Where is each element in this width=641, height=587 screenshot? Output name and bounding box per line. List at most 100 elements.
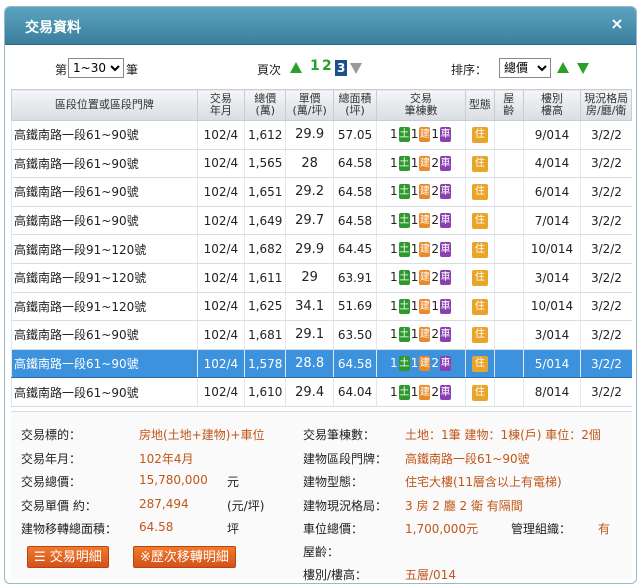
table-row[interactable]: 高鐵南路一段61~90號 102/4 1,612 29.9 57.05 1 土 1 建 1 車住 9/… — [11, 120, 632, 150]
detail-label: 樓別/樓高： — [303, 568, 368, 582]
row-floor: 9/014 — [522, 120, 581, 150]
land-chip-icon: 土 — [398, 155, 410, 171]
row-total-price: 1,682 — [244, 234, 286, 264]
row-count: 1土1建2車 — [376, 320, 466, 350]
row-unit-price: 29.2 — [285, 177, 334, 207]
detail-value: 1,700,000元 — [405, 522, 479, 536]
table-header: 區段位置或區段門牌 交易 年月 總價 (萬) 單價 (萬/坪) 總面積 (坪) 交易 筆棟… — [11, 89, 632, 121]
detail-value: 住宅大樓(11層含以上有電梯) — [405, 475, 562, 489]
row-count: 1土1建2車 — [376, 234, 466, 264]
col-type[interactable]: 型態 — [464, 89, 495, 121]
row-type: 住 — [464, 177, 495, 207]
col-floor[interactable]: 樓別 樓高 — [522, 89, 582, 121]
sort-select[interactable]: 總價 — [499, 58, 551, 78]
row-date: 102/4 — [196, 292, 245, 322]
row-date: 102/4 — [196, 234, 245, 264]
row-area: 63.50 — [332, 320, 377, 350]
count-car: 2 — [431, 241, 439, 256]
row-unit-price: 29.7 — [285, 206, 334, 236]
page-prev-icon[interactable] — [290, 62, 302, 73]
row-date: 102/4 — [196, 206, 245, 236]
count-land: 1 — [390, 270, 398, 285]
col-unit-price[interactable]: 單價 (萬/坪) — [285, 89, 334, 121]
row-area: 63.91 — [332, 263, 377, 293]
row-age — [493, 349, 524, 379]
row-address: 高鐵南路一段61~90號 — [11, 149, 198, 179]
car-chip-icon: 車 — [439, 213, 451, 229]
col-date[interactable]: 交易 年月 — [196, 89, 246, 121]
row-type: 住 — [464, 263, 495, 293]
car-chip-icon: 車 — [439, 241, 451, 257]
row-total-price: 1,578 — [244, 349, 286, 379]
history-detail-label: ※歷次移轉明細 — [140, 550, 229, 565]
row-type: 住 — [464, 149, 495, 179]
count-building: 1 — [410, 213, 419, 228]
row-address: 高鐵南路一段61~90號 — [11, 377, 198, 407]
row-address: 高鐵南路一段61~90號 — [11, 349, 198, 379]
table-row[interactable]: 高鐵南路一段91~120號 102/4 1,611 29 63.91 1 土 1 建 2 車住 3/0… — [11, 263, 632, 293]
count-car: 2 — [431, 155, 439, 170]
residential-icon: 住 — [471, 356, 488, 373]
page-link-2[interactable]: 2 — [322, 58, 332, 74]
car-chip-icon: 車 — [439, 184, 451, 200]
transaction-detail-button[interactable]: ☰ 交易明細 — [27, 546, 109, 568]
management-label: 管理組織： — [511, 522, 572, 536]
history-detail-button[interactable]: ※歷次移轉明細 — [133, 546, 236, 568]
row-date: 102/4 — [196, 377, 245, 407]
table-row[interactable]: 高鐵南路一段91~120號 102/4 1,682 29.9 64.45 1 土 1 建 2 車住 1… — [11, 234, 632, 264]
row-total-price: 1,681 — [244, 320, 286, 350]
sort-ascending-icon[interactable] — [557, 62, 569, 73]
row-count: 1土1建1車 — [376, 292, 466, 322]
table-row[interactable]: 高鐵南路一段61~90號 102/4 1,681 29.1 63.50 1 土 1 建 2 車住 3/… — [11, 320, 632, 350]
count-land: 1 — [390, 155, 398, 170]
detail-label: 交易年月： — [21, 452, 82, 466]
table-row[interactable]: 高鐵南路一段61~90號 102/4 1,565 28 64.58 1 土 1 建 2 車住 4/01… — [11, 149, 632, 179]
col-total[interactable]: 總價 (萬) — [244, 89, 287, 121]
detail-panel: 交易標的： 房地(土地+建物)+車位 交易年月： 102年4月 交易總價： 15… — [11, 411, 632, 582]
table-row[interactable]: 高鐵南路一段61~90號 102/4 1,610 29.4 64.04 1 土 1 建 2 車住 8/… — [11, 377, 632, 407]
row-age — [493, 177, 524, 207]
row-address: 高鐵南路一段61~90號 — [11, 120, 198, 150]
table-row[interactable]: 高鐵南路一段61~90號 102/4 1,649 29.7 64.58 1 土 1 建 2 車住 7/… — [11, 206, 632, 236]
col-layout[interactable]: 現況格局 房/廳/衛 — [580, 89, 632, 121]
title-bar[interactable]: 交易資料 × — [5, 7, 636, 45]
detail-label: 建物現況格局： — [303, 499, 388, 513]
count-building: 1 — [410, 155, 419, 170]
row-age — [493, 377, 524, 407]
table-row[interactable]: 高鐵南路一段61~90號 102/4 1,578 28.8 64.58 1 土 1 建 2 車住 5/… — [11, 349, 632, 379]
residential-icon: 住 — [471, 384, 488, 401]
row-type: 住 — [464, 120, 495, 150]
col-age[interactable]: 屋齡 — [493, 89, 524, 121]
row-floor: 3/014 — [522, 320, 581, 350]
count-car: 1 — [431, 127, 439, 142]
row-type: 住 — [464, 320, 495, 350]
count-land: 1 — [390, 213, 398, 228]
row-layout: 3/2/2 — [580, 349, 632, 379]
page-link-1[interactable]: 1 — [310, 58, 320, 74]
building-chip-icon: 建 — [419, 241, 431, 257]
sort-descending-icon[interactable] — [577, 63, 589, 74]
transaction-dialog: 交易資料 × 第 1~30 筆 頁次 1 2 3 排序： 總價 區段位置或區段門… — [4, 6, 637, 584]
row-floor: 10/014 — [522, 234, 581, 264]
row-floor: 3/014 — [522, 263, 581, 293]
col-area[interactable]: 總面積 (坪) — [332, 89, 378, 121]
row-count: 1土1建2車 — [376, 377, 466, 407]
row-age — [493, 120, 524, 150]
table-row[interactable]: 高鐵南路一段91~120號 102/4 1,625 34.1 51.69 1 土 1 建 1 車住 1… — [11, 292, 632, 322]
col-address[interactable]: 區段位置或區段門牌 — [11, 89, 198, 121]
detail-value: 土地：1筆 建物：1棟(戶) 車位：2個 — [405, 428, 601, 442]
table-row[interactable]: 高鐵南路一段61~90號 102/4 1,651 29.2 64.58 1 土 1 建 2 車住 6/… — [11, 177, 632, 207]
row-date: 102/4 — [196, 320, 245, 350]
row-unit-price: 29.9 — [285, 120, 334, 150]
car-chip-icon: 車 — [439, 327, 451, 343]
page-range-select[interactable]: 1~30 — [68, 58, 124, 78]
col-count[interactable]: 交易 筆棟數 — [376, 89, 466, 121]
page-current-3[interactable]: 3 — [335, 60, 348, 76]
row-address: 高鐵南路一段61~90號 — [11, 177, 198, 207]
row-date: 102/4 — [196, 349, 245, 379]
row-address: 高鐵南路一段61~90號 — [11, 206, 198, 236]
detail-label: 建物型態： — [303, 475, 364, 489]
close-icon[interactable]: × — [608, 15, 626, 33]
row-area: 64.58 — [332, 206, 377, 236]
page-next-icon[interactable] — [350, 63, 362, 74]
